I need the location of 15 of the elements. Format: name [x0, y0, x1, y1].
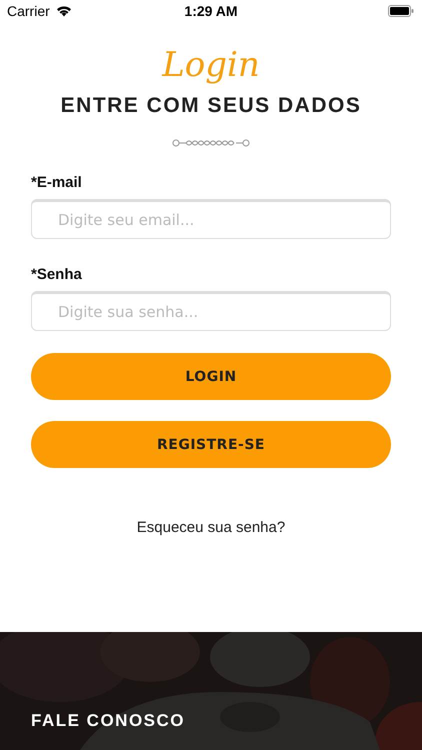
- input-field[interactable]: Digite sua senha...: [31, 291, 391, 331]
- login-title: Login: [162, 44, 260, 87]
- battery-icon: [388, 5, 414, 17]
- ornament-divider-icon: [172, 138, 250, 148]
- action-button[interactable]: LOGIN: [31, 353, 391, 400]
- wifi-icon: [56, 5, 72, 17]
- carrier-label: Carrier: [7, 3, 50, 19]
- clock: 1:29 AM: [184, 3, 238, 19]
- field-label: *Senha: [31, 266, 83, 283]
- input-field[interactable]: Digite seu email...: [31, 199, 391, 239]
- action-button[interactable]: REGISTRE-SE: [31, 421, 391, 468]
- field-label: *E-mail: [31, 174, 83, 191]
- forgot-password-link[interactable]: Esqueceu sua senha?: [136, 519, 286, 536]
- page-heading: ENTRE COM SEUS DADOS: [60, 94, 362, 118]
- footer-heading: FALE CONOSCO: [30, 711, 186, 732]
